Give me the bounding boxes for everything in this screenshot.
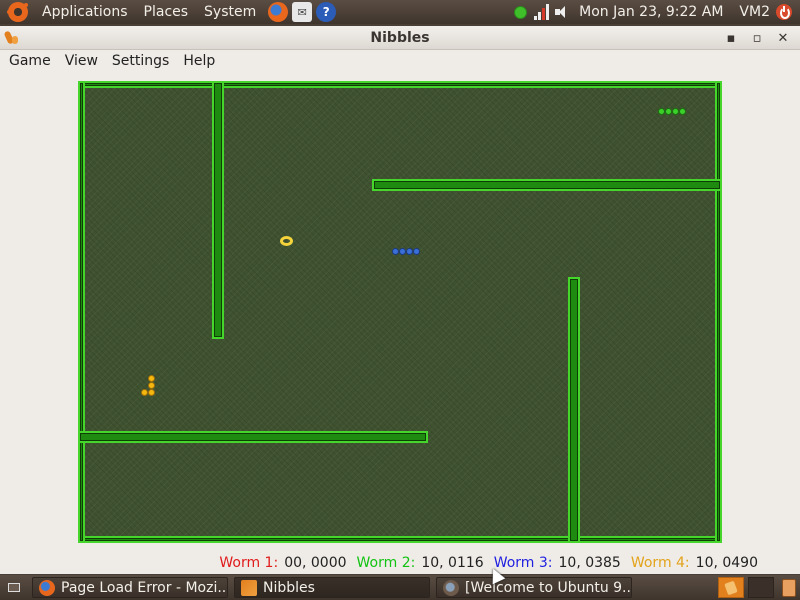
score-worm-2: Worm 2: 10, 0116 [357, 555, 484, 571]
wall-vertical-lower-right [568, 277, 580, 543]
window-controls: ▪ ▫ ✕ [720, 28, 794, 48]
score-label: Worm 1: [219, 555, 279, 571]
worm-3-segment [399, 248, 406, 255]
wall-bottom [78, 536, 722, 543]
worm-4-segment [141, 389, 148, 396]
title-bar[interactable]: Nibbles ▪ ▫ ✕ [0, 26, 800, 50]
clock[interactable]: Mon Jan 23, 9:22 AM [579, 4, 723, 20]
wall-left [78, 81, 85, 543]
taskbar-item-nibbles[interactable]: Nibbles [234, 577, 430, 598]
wall-vertical-upper-left [212, 81, 224, 339]
bonus-ring-icon [280, 236, 293, 246]
worm-3-segment [413, 248, 420, 255]
firefox-icon [39, 579, 55, 596]
close-button[interactable]: ✕ [772, 28, 794, 48]
bottom-panel: Page Load Error - Mozi... Nibbles [Welco… [0, 575, 800, 600]
volume-icon[interactable] [555, 5, 569, 19]
places-menu[interactable]: Places [136, 0, 197, 24]
nibbles-app-icon[interactable] [4, 30, 20, 46]
worm-3-segment [406, 248, 413, 255]
taskbar-item-firefox-welcome[interactable]: [Welcome to Ubuntu 9.... [436, 577, 632, 598]
nibbles-window: Nibbles ▪ ▫ ✕ Game View Settings Help Wo… [0, 26, 800, 574]
help-launcher-icon[interactable]: ? [316, 2, 337, 22]
wall-horizontal-lower-left [78, 431, 428, 443]
workspace-2[interactable] [748, 577, 774, 598]
worm-4-segment [148, 389, 155, 396]
top-panel-menus: Applications Places System ✉ ? [0, 0, 337, 24]
menu-view[interactable]: View [58, 50, 105, 72]
game-board[interactable] [78, 81, 722, 543]
worm-2-segment [658, 108, 665, 115]
maximize-button[interactable]: ▫ [746, 28, 768, 48]
applications-menu[interactable]: Applications [34, 0, 136, 24]
worm-4-segment [148, 375, 155, 382]
score-value: 10, 0116 [421, 555, 484, 571]
status-indicator-icon[interactable] [514, 5, 528, 19]
menu-bar: Game View Settings Help [0, 50, 800, 72]
worm-2-segment [672, 108, 679, 115]
wall-horizontal-upper-right [372, 179, 722, 191]
score-label: Worm 3: [493, 555, 553, 571]
top-panel-tray: Mon Jan 23, 9:22 AM VM2 [514, 0, 800, 24]
firefox-icon [443, 579, 459, 596]
score-value: 00, 0000 [284, 555, 347, 571]
mail-launcher-icon[interactable]: ✉ [292, 2, 313, 22]
wall-top [78, 81, 722, 88]
workspace-switcher [718, 577, 796, 598]
score-worm-3: Worm 3: 10, 0385 [494, 555, 621, 571]
score-bar: Worm 1: 00, 0000 Worm 2: 10, 0116 Worm 3: 1… [0, 553, 800, 573]
taskbar-item-label: Page Load Error - Mozi... [61, 579, 228, 596]
score-worm-1: Worm 1: 00, 0000 [219, 555, 346, 571]
worm-2-segment [679, 108, 686, 115]
top-panel: Applications Places System ✉ ? Mon Jan 2… [0, 0, 800, 24]
trash-icon[interactable] [782, 578, 796, 597]
menu-help[interactable]: Help [176, 50, 222, 72]
worm-4-segment [148, 382, 155, 389]
worm-2-segment [665, 108, 672, 115]
worm-3-segment [392, 248, 399, 255]
firefox-launcher-icon[interactable] [268, 2, 289, 22]
network-icon[interactable] [534, 4, 550, 20]
user-name[interactable]: VM2 [739, 4, 770, 20]
menu-settings[interactable]: Settings [105, 50, 176, 72]
show-desktop-button[interactable] [4, 579, 24, 597]
workspace-1[interactable] [718, 577, 744, 598]
power-icon[interactable] [776, 4, 792, 20]
score-label: Worm 4: [630, 555, 690, 571]
menu-game[interactable]: Game [2, 50, 58, 72]
minimize-button[interactable]: ▪ [720, 28, 742, 48]
ubuntu-logo-icon[interactable] [7, 2, 28, 22]
window-title: Nibbles [370, 29, 430, 46]
score-label: Worm 2: [356, 555, 416, 571]
score-value: 10, 0385 [558, 555, 621, 571]
system-menu[interactable]: System [196, 0, 264, 24]
score-worm-4: Worm 4: 10, 0490 [631, 555, 758, 571]
taskbar-item-firefox-error[interactable]: Page Load Error - Mozi... [32, 577, 228, 598]
wall-right [715, 81, 722, 543]
score-value: 10, 0490 [695, 555, 758, 571]
nibbles-icon [241, 579, 257, 596]
taskbar-item-label: Nibbles [263, 579, 315, 596]
taskbar-item-label: [Welcome to Ubuntu 9.... [465, 579, 632, 596]
